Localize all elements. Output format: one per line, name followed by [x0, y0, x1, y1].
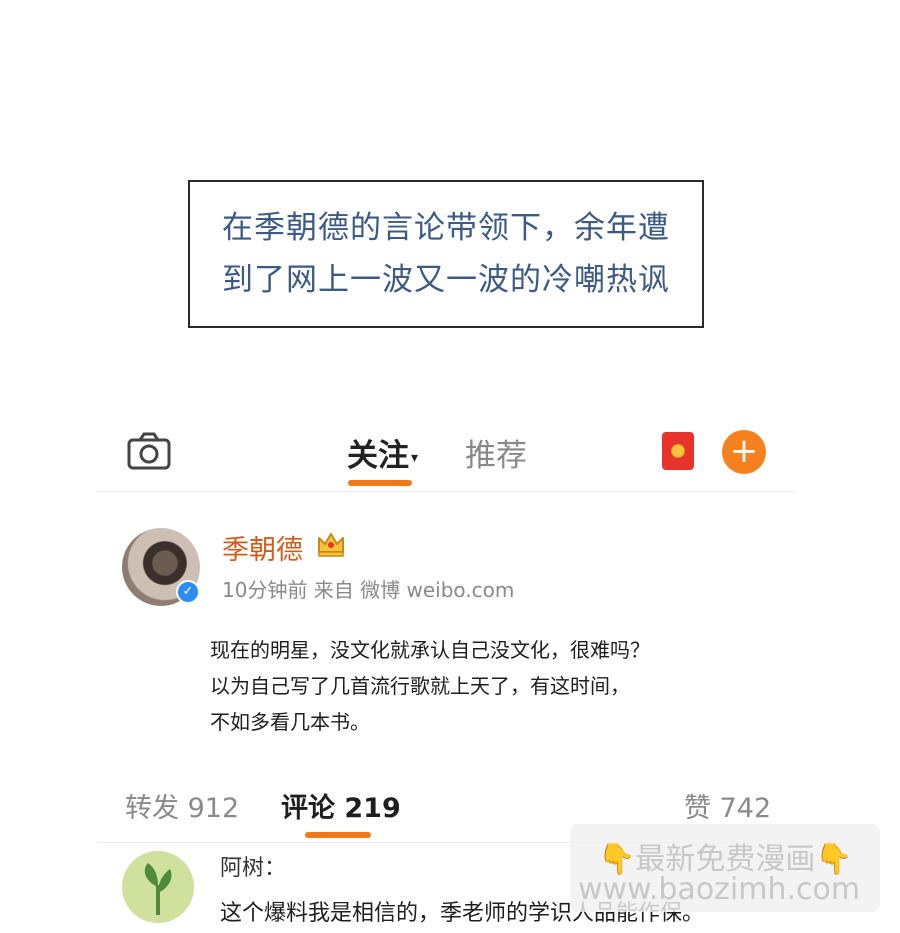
- crown-icon: [318, 533, 344, 557]
- active-tab-indicator: [348, 480, 412, 486]
- chevron-down-icon: ▾: [411, 449, 419, 466]
- commenter-name[interactable]: 阿树：: [220, 850, 286, 882]
- caption-line: 到了网上一波又一波的冷嘲热讽: [222, 262, 670, 298]
- watermark: 👇最新免费漫画👇 www.baozimh.com: [570, 824, 880, 912]
- coin-icon: [671, 444, 685, 458]
- camera-icon[interactable]: [127, 432, 171, 470]
- post-line: 现在的明星，没文化就承认自己没文化，很难吗？: [210, 638, 650, 662]
- tab-follow[interactable]: 关注 ▾: [347, 430, 418, 475]
- post-text: 现在的明星，没文化就承认自己没文化，很难吗？ 以为自己写了几首流行歌就上天了，有…: [210, 632, 730, 740]
- watermark-url: www.baozimh.com: [578, 872, 861, 907]
- post-line: 不如多看几本书。: [210, 710, 370, 734]
- add-button[interactable]: +: [722, 430, 766, 474]
- verified-icon: ✓: [176, 580, 200, 604]
- caption-line: 在季朝德的言论带领下，余年遭: [222, 210, 670, 246]
- active-tab-indicator: [305, 832, 371, 838]
- red-packet-icon[interactable]: [662, 432, 694, 470]
- username[interactable]: 季朝德: [222, 528, 303, 567]
- caption-box: 在季朝德的言论带领下，余年遭 到了网上一波又一波的冷嘲热讽: [188, 180, 704, 328]
- comment-tab[interactable]: 评论 219: [281, 786, 401, 825]
- commenter-avatar[interactable]: [122, 851, 194, 923]
- like-tab[interactable]: 赞 742: [684, 786, 771, 825]
- tab-recommend[interactable]: 推荐: [465, 430, 527, 475]
- repost-tab[interactable]: 转发 912: [125, 786, 239, 825]
- tab-follow-label: 关注: [347, 438, 409, 474]
- post-line: 以为自己写了几首流行歌就上天了，有这时间，: [210, 674, 630, 698]
- caption-text: 在季朝德的言论带领下，余年遭 到了网上一波又一波的冷嘲热讽: [200, 202, 692, 306]
- post-meta: 10分钟前 来自 微博 weibo.com: [222, 578, 515, 602]
- top-bar: 关注 ▾ 推荐 +: [97, 414, 797, 492]
